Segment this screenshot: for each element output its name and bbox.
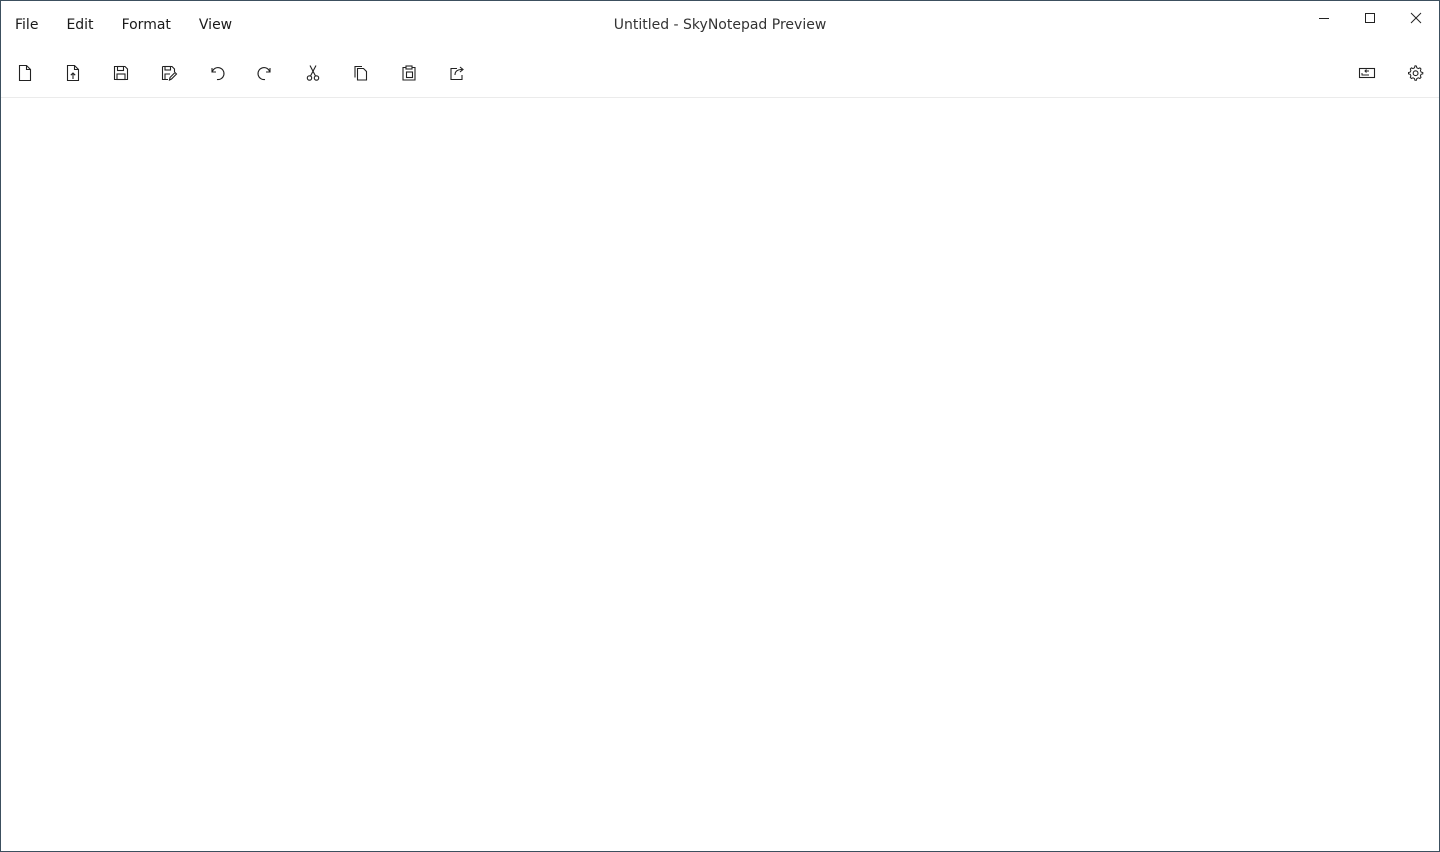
save-as-icon [161, 65, 178, 81]
paste-button[interactable] [385, 49, 433, 97]
maximize-icon [1365, 13, 1375, 23]
caption-buttons [1301, 1, 1439, 35]
menu-file[interactable]: File [1, 1, 52, 49]
title-bar[interactable]: File Edit Format View Untitled - SkyNote… [1, 1, 1439, 49]
save-button[interactable] [97, 49, 145, 97]
share-icon [450, 66, 464, 81]
full-screen-icon [1358, 67, 1376, 79]
cut-icon [306, 65, 320, 81]
text-editor[interactable] [1, 98, 1439, 851]
toolbar [1, 49, 1439, 98]
paste-icon [402, 65, 416, 81]
save-as-button[interactable] [145, 49, 193, 97]
save-icon [113, 65, 129, 81]
new-file-button[interactable] [1, 49, 49, 97]
redo-button[interactable] [241, 49, 289, 97]
open-file-icon [66, 64, 80, 82]
share-button[interactable] [433, 49, 481, 97]
copy-button[interactable] [337, 49, 385, 97]
undo-button[interactable] [193, 49, 241, 97]
menu-edit[interactable]: Edit [52, 1, 107, 49]
menu-bar: File Edit Format View [1, 1, 246, 49]
copy-icon [354, 65, 368, 81]
full-screen-button[interactable] [1343, 49, 1391, 97]
settings-button[interactable] [1391, 49, 1439, 97]
menu-view[interactable]: View [185, 1, 246, 49]
close-icon [1410, 12, 1422, 24]
new-file-icon [18, 64, 32, 82]
cut-button[interactable] [289, 49, 337, 97]
minimize-icon [1319, 18, 1329, 19]
redo-icon [257, 67, 271, 81]
menu-format[interactable]: Format [108, 1, 185, 49]
close-button[interactable] [1393, 1, 1439, 35]
settings-icon [1408, 65, 1424, 81]
open-file-button[interactable] [49, 49, 97, 97]
maximize-button[interactable] [1347, 1, 1393, 35]
minimize-button[interactable] [1301, 1, 1347, 35]
app-window: File Edit Format View Untitled - SkyNote… [0, 0, 1440, 852]
undo-icon [211, 67, 225, 81]
